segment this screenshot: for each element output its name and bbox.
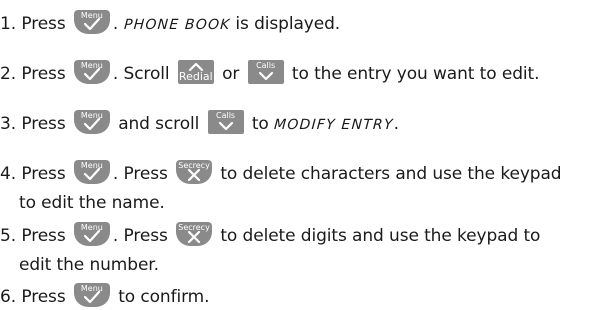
step-text: Press [16, 164, 71, 184]
secrecy-key-label: Secrecy [178, 223, 210, 232]
step-5: 5. Press Menu . Press Secrecy to delete d… [0, 222, 540, 275]
step-6: 6. Press Menu to confirm. [0, 283, 210, 307]
instruction-steps: 1. Press Menu. PHONE BOOK is displayed. 2… [0, 0, 592, 310]
menu-key-label: Menu [80, 161, 103, 170]
step-text: Press [16, 226, 71, 246]
redial-up-key-icon: Redial [177, 60, 214, 84]
step-text: edit the number. [19, 255, 159, 275]
menu-key-label: Menu [80, 223, 103, 232]
calls-key-label: Calls [216, 111, 236, 120]
menu-check-key-icon: Menu [73, 160, 110, 184]
display-text: MODIFY ENTRY [273, 117, 395, 133]
display-text: PHONE BOOK [122, 17, 231, 33]
menu-key-label: Menu [80, 111, 103, 120]
step-text: and scroll [112, 114, 205, 134]
menu-key-label: Menu [80, 11, 103, 20]
secrecy-cross-key-icon: Secrecy [176, 222, 213, 246]
step-continuation: to edit the name. [0, 193, 562, 213]
step-number: 1. [0, 14, 17, 34]
secrecy-cross-key-icon: Secrecy [176, 160, 213, 184]
secrecy-key-label: Secrecy [178, 161, 210, 170]
step-number: 3. [0, 114, 17, 134]
step-text: to edit the name. [19, 193, 165, 213]
step-3: 3. Press Menu and scroll Calls to MODIFY… [0, 110, 399, 135]
step-text: . Press [112, 226, 174, 246]
step-text: Press [16, 287, 71, 307]
calls-down-key-icon: Calls [207, 110, 244, 134]
step-text: is displayed. [230, 14, 341, 34]
menu-key-label: Menu [80, 61, 103, 70]
step-text: . Press [112, 164, 174, 184]
step-2: 2. Press Menu . Scroll Redial or Calls to… [0, 60, 539, 84]
step-number: 2. [0, 64, 17, 84]
step-text: . Scroll [112, 64, 175, 84]
menu-key-label: Menu [80, 284, 103, 293]
step-text: or [216, 64, 245, 84]
step-text: . [112, 14, 124, 34]
step-text: to the entry you want to edit. [286, 64, 540, 84]
step-text: to confirm. [112, 287, 210, 307]
step-text: Press [16, 64, 71, 84]
menu-check-key-icon: Menu [73, 222, 110, 246]
menu-check-key-icon: Menu [73, 110, 110, 134]
step-text: to delete digits and use the keypad to [215, 226, 541, 246]
calls-key-label: Calls [256, 61, 276, 70]
step-1: 1. Press Menu. PHONE BOOK is displayed. [0, 10, 340, 35]
step-number: 4. [0, 164, 17, 184]
step-4: 4. Press Menu . Press Secrecy to delete c… [0, 160, 562, 213]
step-text: to delete characters and use the keypad [215, 164, 562, 184]
step-text: Press [16, 114, 71, 134]
step-number: 6. [0, 287, 17, 307]
menu-check-key-icon: Menu [73, 283, 110, 307]
redial-key-label: Redial [178, 70, 213, 83]
step-text: to [246, 114, 275, 134]
step-continuation: edit the number. [0, 255, 540, 275]
menu-check-key-icon: Menu [73, 60, 110, 84]
step-number: 5. [0, 226, 17, 246]
step-text: Press [16, 14, 71, 34]
calls-down-key-icon: Calls [247, 60, 284, 84]
menu-check-key-icon: Menu [73, 10, 110, 34]
